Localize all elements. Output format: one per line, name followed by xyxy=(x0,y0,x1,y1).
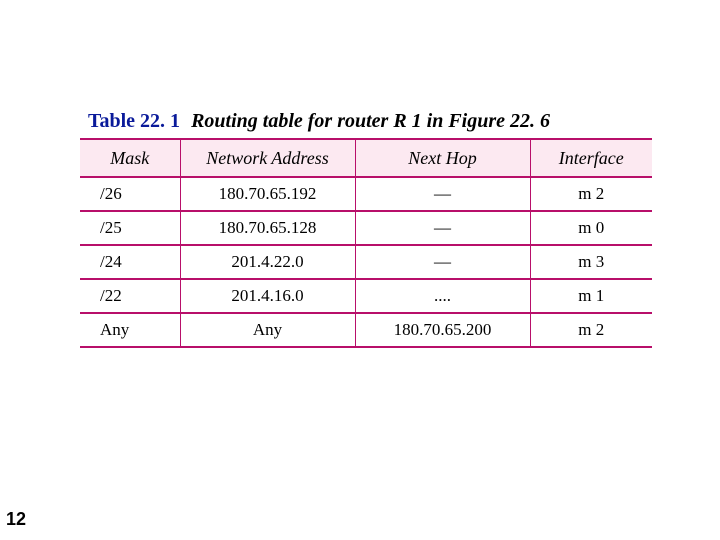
table-row: /26 180.70.65.192 — m 2 xyxy=(80,177,652,211)
cell-address: 180.70.65.192 xyxy=(180,177,355,211)
col-header-mask: Mask xyxy=(80,139,180,177)
cell-mask: /22 xyxy=(80,279,180,313)
table-row: /22 201.4.16.0 .... m 1 xyxy=(80,279,652,313)
cell-nexthop: .... xyxy=(355,279,530,313)
table-number-label: Table 22. 1 xyxy=(88,110,180,132)
cell-address: 180.70.65.128 xyxy=(180,211,355,245)
table-header-row: Mask Network Address Next Hop Interface xyxy=(80,139,652,177)
page-number: 12 xyxy=(6,509,26,530)
table-row: Any Any 180.70.65.200 m 2 xyxy=(80,313,652,347)
cell-nexthop: — xyxy=(355,245,530,279)
cell-address: 201.4.22.0 xyxy=(180,245,355,279)
cell-mask: /26 xyxy=(80,177,180,211)
cell-nexthop: — xyxy=(355,211,530,245)
table: Mask Network Address Next Hop Interface … xyxy=(80,138,652,348)
cell-iface: m 1 xyxy=(530,279,652,313)
table-caption: Table 22. 1 Routing table for router R 1… xyxy=(88,110,550,133)
cell-nexthop: — xyxy=(355,177,530,211)
table-row: /24 201.4.22.0 — m 3 xyxy=(80,245,652,279)
cell-mask: /24 xyxy=(80,245,180,279)
table-title: Routing table for router R 1 in Figure 2… xyxy=(191,110,550,132)
cell-iface: m 3 xyxy=(530,245,652,279)
routing-table: Mask Network Address Next Hop Interface … xyxy=(80,138,652,348)
cell-iface: m 2 xyxy=(530,313,652,347)
slide: { "caption": { "label": "Table 22. 1", "… xyxy=(0,0,720,540)
col-header-nexthop: Next Hop xyxy=(355,139,530,177)
cell-nexthop: 180.70.65.200 xyxy=(355,313,530,347)
cell-mask: /25 xyxy=(80,211,180,245)
cell-iface: m 2 xyxy=(530,177,652,211)
col-header-iface: Interface xyxy=(530,139,652,177)
table-row: /25 180.70.65.128 — m 0 xyxy=(80,211,652,245)
col-header-address: Network Address xyxy=(180,139,355,177)
cell-mask: Any xyxy=(80,313,180,347)
cell-address: Any xyxy=(180,313,355,347)
cell-address: 201.4.16.0 xyxy=(180,279,355,313)
cell-iface: m 0 xyxy=(530,211,652,245)
